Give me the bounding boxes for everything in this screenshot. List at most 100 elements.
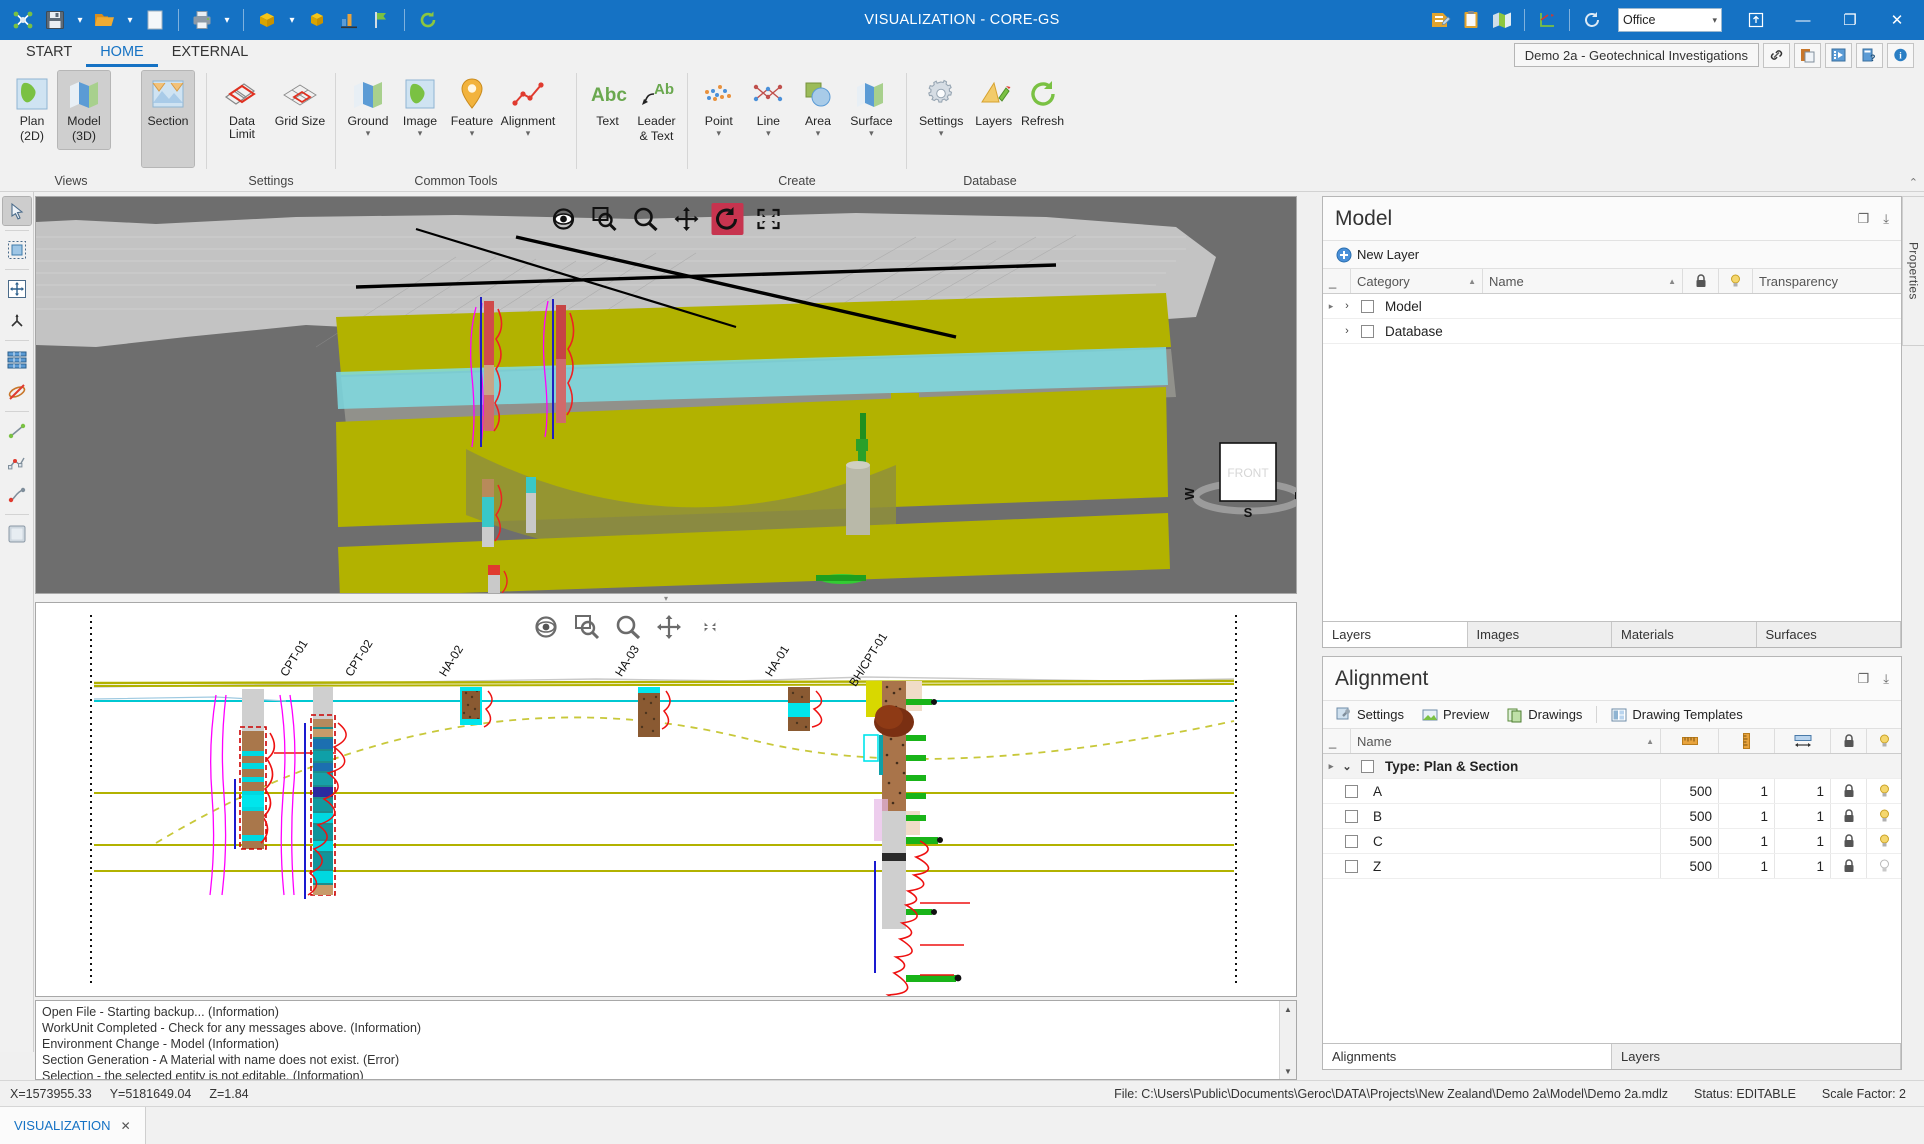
- help-doc-button[interactable]: ?: [1856, 42, 1883, 68]
- row-checkbox[interactable]: [1345, 834, 1358, 848]
- chevron-down-icon[interactable]: ▾: [939, 129, 944, 138]
- pan-button[interactable]: [653, 611, 685, 643]
- column-header-width[interactable]: [1775, 729, 1831, 753]
- chevron-down-icon[interactable]: ▾: [418, 129, 423, 138]
- data-limit-button[interactable]: Data Limit: [213, 71, 271, 149]
- alignment-lock-toggle[interactable]: [1831, 779, 1867, 803]
- area-button[interactable]: Area ▾: [793, 71, 843, 149]
- table-row[interactable]: Z 500 1 1: [1323, 854, 1901, 879]
- row-checkbox[interactable]: [1345, 784, 1358, 798]
- model-cube-icon[interactable]: [252, 5, 282, 35]
- tab-home[interactable]: HOME: [86, 41, 158, 67]
- column-header-name[interactable]: Name ▲: [1483, 269, 1683, 293]
- table-row[interactable]: A 500 1 1: [1323, 779, 1901, 804]
- grid-size-button[interactable]: Grid Size: [271, 71, 329, 149]
- collapse-ribbon-icon[interactable]: ⌃: [1909, 176, 1918, 189]
- tab-alignments[interactable]: Alignments: [1323, 1044, 1612, 1069]
- row-checkbox[interactable]: [1361, 759, 1374, 773]
- eye-view-button[interactable]: [530, 611, 562, 643]
- new-document-icon[interactable]: [140, 5, 170, 35]
- tab-external[interactable]: EXTERNAL: [158, 41, 263, 67]
- print-dropdown-caret[interactable]: ▾: [219, 6, 235, 34]
- move-tool[interactable]: [3, 275, 31, 303]
- project-name-field[interactable]: Demo 2a - Geotechnical Investigations: [1513, 43, 1759, 67]
- maximize-button[interactable]: ❐: [1827, 1, 1873, 39]
- measure-line-tool[interactable]: [3, 417, 31, 445]
- alignment-button[interactable]: Alignment ▾: [498, 71, 558, 149]
- feature-button[interactable]: Feature ▾: [446, 71, 498, 149]
- properties-rail[interactable]: Properties: [1902, 196, 1924, 346]
- close-icon[interactable]: ✕: [121, 1119, 131, 1133]
- notes-icon[interactable]: [1425, 5, 1455, 35]
- open-folder-icon[interactable]: [90, 5, 120, 35]
- close-button[interactable]: ✕: [1874, 1, 1920, 39]
- block-cube-icon[interactable]: [302, 5, 332, 35]
- table-row[interactable]: › Database: [1323, 319, 1901, 344]
- zoom-button[interactable]: [612, 611, 644, 643]
- alignment-lock-toggle[interactable]: [1831, 829, 1867, 853]
- column-header-select[interactable]: _: [1323, 269, 1351, 293]
- row-checkbox[interactable]: [1345, 809, 1358, 823]
- sync-icon[interactable]: [1577, 5, 1607, 35]
- map-icon[interactable]: [1487, 5, 1517, 35]
- tab-materials[interactable]: Materials: [1612, 622, 1757, 647]
- restore-ribbon-icon[interactable]: [1733, 1, 1779, 39]
- refresh-icon[interactable]: [413, 5, 443, 35]
- db-settings-button[interactable]: Settings ▾: [913, 71, 969, 149]
- save-dropdown-caret[interactable]: ▾: [72, 6, 88, 34]
- alignment-visibility-toggle[interactable]: [1867, 779, 1901, 803]
- alignment-drawings-button[interactable]: Drawings: [1500, 705, 1589, 725]
- alignment-panel-pin-icon[interactable]: ⤓: [1883, 671, 1889, 687]
- table-row[interactable]: B 500 1 1: [1323, 804, 1901, 829]
- image-button[interactable]: Image ▾: [394, 71, 446, 149]
- row-checkbox-cell[interactable]: [1355, 294, 1379, 318]
- zoom-extents-button[interactable]: [694, 611, 726, 643]
- row-checkbox[interactable]: [1345, 859, 1358, 873]
- open-dropdown-caret[interactable]: ▾: [122, 6, 138, 34]
- refresh-button[interactable]: Refresh: [1018, 71, 1067, 149]
- model-panel-pin-icon[interactable]: ⤓: [1883, 211, 1889, 227]
- flag-icon[interactable]: [366, 5, 396, 35]
- row-checkbox[interactable]: [1361, 324, 1374, 338]
- row-checkbox-cell[interactable]: [1355, 754, 1379, 778]
- eye-view-button[interactable]: [548, 203, 580, 235]
- plan-2d-button[interactable]: Plan (2D): [6, 71, 58, 149]
- surface-tool[interactable]: [3, 520, 31, 548]
- viewport-splitter[interactable]: [35, 594, 1297, 602]
- info-button[interactable]: i: [1887, 42, 1914, 68]
- apptab-visualization[interactable]: VISUALIZATION ✕: [0, 1107, 146, 1144]
- alignment-lock-toggle[interactable]: [1831, 854, 1867, 878]
- surface-button[interactable]: Surface ▾: [843, 71, 900, 149]
- link-button[interactable]: [1763, 42, 1790, 68]
- select-arrow-tool[interactable]: [1, 196, 32, 226]
- tab-layers[interactable]: Layers: [1323, 622, 1468, 647]
- column-header-vertical-scale[interactable]: [1719, 729, 1775, 753]
- column-header-lock[interactable]: [1683, 269, 1719, 293]
- tab-start[interactable]: START: [12, 41, 86, 67]
- axis-tool[interactable]: [3, 307, 31, 335]
- save-icon[interactable]: [40, 5, 70, 35]
- table-row[interactable]: C 500 1 1: [1323, 829, 1901, 854]
- line-button[interactable]: Line ▾: [744, 71, 794, 149]
- table-row-group[interactable]: ▸ ⌄ Type: Plan & Section: [1323, 754, 1901, 779]
- workflow-icon[interactable]: [8, 5, 38, 35]
- scroll-down-icon[interactable]: ▼: [1280, 1063, 1296, 1079]
- zoom-button[interactable]: [630, 203, 662, 235]
- table-tool[interactable]: [3, 346, 31, 374]
- row-expander[interactable]: ›: [1339, 325, 1355, 337]
- alignment-settings-button[interactable]: Settings: [1329, 705, 1411, 725]
- ground-button[interactable]: Ground ▾: [342, 71, 394, 149]
- row-checkbox-cell[interactable]: [1339, 804, 1367, 828]
- layers-button[interactable]: Layers: [969, 71, 1018, 149]
- chevron-down-icon[interactable]: ▾: [816, 129, 821, 138]
- model-3d-button[interactable]: Model (3D): [57, 70, 111, 150]
- model-dropdown-caret[interactable]: ▾: [284, 6, 300, 34]
- column-header-transparency[interactable]: Transparency: [1753, 269, 1901, 293]
- tab-images[interactable]: Images: [1467, 622, 1612, 647]
- axis-icon[interactable]: [1532, 5, 1562, 35]
- message-log-pane[interactable]: Open File - Starting backup... (Informat…: [35, 1000, 1297, 1080]
- column-header-visibility[interactable]: [1867, 729, 1901, 753]
- select-box-tool[interactable]: [3, 236, 31, 264]
- chevron-down-icon[interactable]: ▾: [717, 129, 722, 138]
- polyline-tool[interactable]: [3, 449, 31, 477]
